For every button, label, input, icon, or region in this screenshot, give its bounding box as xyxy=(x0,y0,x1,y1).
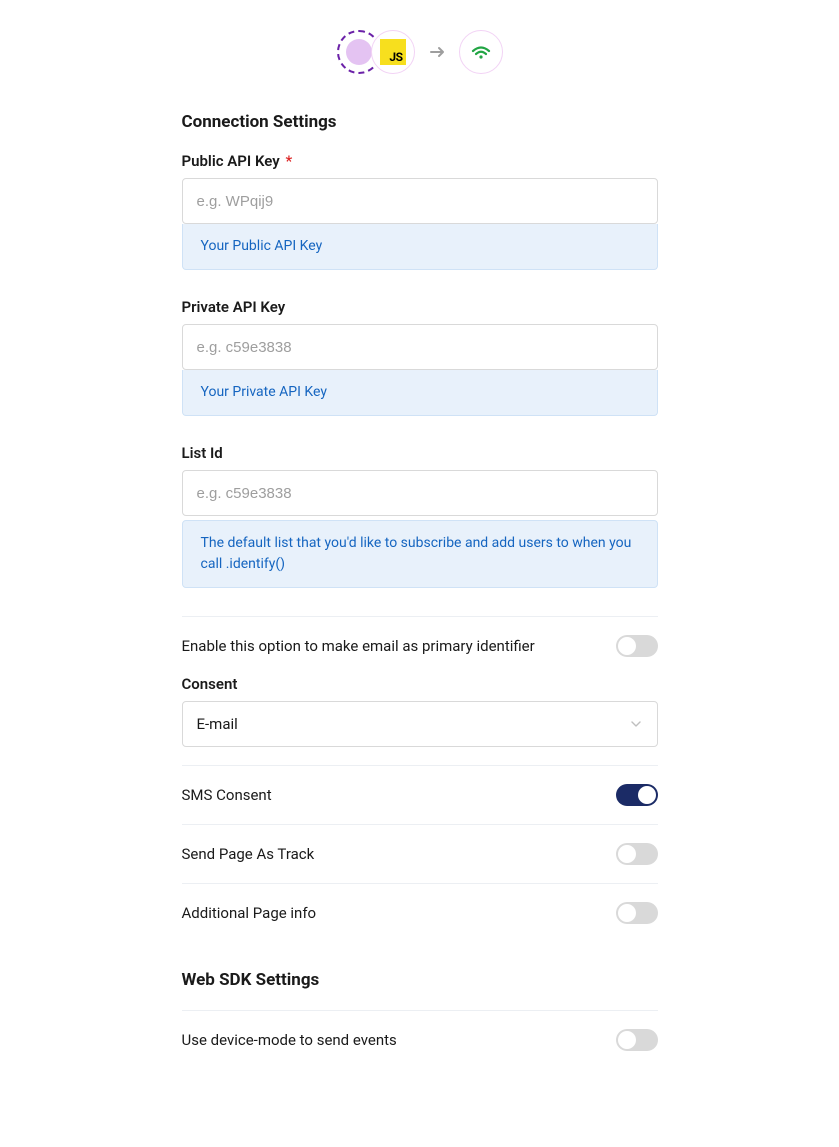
email-primary-toggle[interactable] xyxy=(616,635,658,657)
public-api-key-label-text: Public API Key xyxy=(182,152,280,170)
consent-label: Consent xyxy=(182,675,658,693)
send-page-as-track-row: Send Page As Track xyxy=(182,825,658,884)
connection-settings-title: Connection Settings xyxy=(182,112,658,132)
consent-field: Consent E-mail xyxy=(182,675,658,766)
private-api-key-label: Private API Key xyxy=(182,298,658,316)
additional-page-info-row: Additional Page info xyxy=(182,884,658,942)
additional-page-info-toggle[interactable] xyxy=(616,902,658,924)
list-id-hint: The default list that you'd like to subs… xyxy=(182,520,658,588)
source-js-circle: JS xyxy=(371,30,415,74)
connection-graphic: JS xyxy=(182,24,658,76)
settings-form: JS Connection Settings Public API Key * … xyxy=(182,24,658,1069)
sms-consent-toggle[interactable] xyxy=(616,784,658,806)
js-icon: JS xyxy=(380,39,406,65)
list-id-input[interactable] xyxy=(182,470,658,516)
list-id-field: List Id The default list that you'd like… xyxy=(182,444,658,588)
public-api-key-field: Public API Key * Your Public API Key xyxy=(182,152,658,270)
source-dot-icon xyxy=(346,39,372,65)
device-mode-toggle[interactable] xyxy=(616,1029,658,1051)
send-page-as-track-label: Send Page As Track xyxy=(182,845,616,863)
destination-circle xyxy=(459,30,503,74)
list-id-label: List Id xyxy=(182,444,658,462)
private-api-key-field: Private API Key Your Private API Key xyxy=(182,298,658,416)
source-icon-pair: JS xyxy=(337,28,417,76)
consent-select[interactable]: E-mail xyxy=(182,701,658,747)
device-mode-row: Use device-mode to send events xyxy=(182,1011,658,1069)
sms-consent-row: SMS Consent xyxy=(182,766,658,825)
private-api-key-input[interactable] xyxy=(182,324,658,370)
required-marker: * xyxy=(285,152,292,170)
wifi-icon xyxy=(470,43,492,61)
web-sdk-settings-title: Web SDK Settings xyxy=(182,970,658,990)
sms-consent-label: SMS Consent xyxy=(182,786,616,804)
device-mode-label: Use device-mode to send events xyxy=(182,1031,616,1049)
private-api-key-hint: Your Private API Key xyxy=(182,370,658,416)
email-primary-row: Enable this option to make email as prim… xyxy=(182,617,658,675)
arrow-icon xyxy=(427,41,449,63)
email-primary-label: Enable this option to make email as prim… xyxy=(182,637,616,655)
send-page-as-track-toggle[interactable] xyxy=(616,843,658,865)
public-api-key-label: Public API Key * xyxy=(182,152,658,170)
public-api-key-hint: Your Public API Key xyxy=(182,224,658,270)
additional-page-info-label: Additional Page info xyxy=(182,904,616,922)
public-api-key-input[interactable] xyxy=(182,178,658,224)
consent-select-value: E-mail xyxy=(197,715,238,733)
chevron-down-icon xyxy=(631,721,641,727)
